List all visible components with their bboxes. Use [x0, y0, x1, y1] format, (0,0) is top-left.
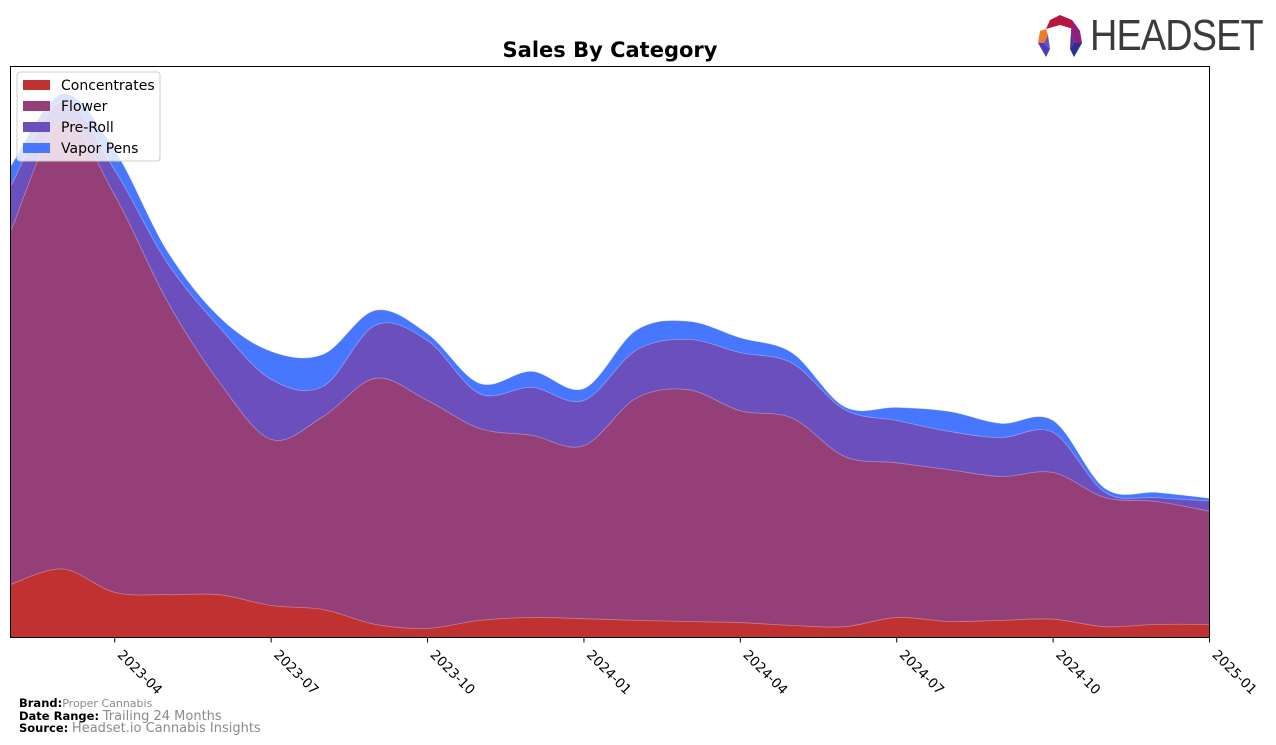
legend-label-flower: Flower [61, 99, 108, 115]
x-tick-label: 2023-07 [270, 647, 321, 698]
legend: Concentrates Flower Pre-Roll Vapor Pens [16, 71, 161, 162]
chart: Sales By Category 2023-04 2023-07 2023-10 2… [10, 38, 1260, 698]
legend-swatch-vapor-pens [23, 143, 50, 153]
area-layers [10, 93, 1210, 638]
legend-swatch-concentrates [23, 80, 50, 90]
brand-label: Brand: [19, 696, 63, 710]
source-label: Source: [19, 721, 69, 735]
legend-label-concentrates: Concentrates [61, 78, 155, 94]
legend-label-pre-roll: Pre-Roll [61, 120, 114, 136]
x-tick-label: 2024-04 [739, 647, 790, 698]
x-tick-label: 2024-10 [1052, 647, 1103, 698]
legend-swatch-pre-roll [23, 122, 50, 132]
source-value: Headset.io Cannabis Insights [71, 721, 261, 736]
legend-label-vapor-pens: Vapor Pens [61, 141, 138, 157]
chart-title: Sales By Category [503, 38, 718, 62]
x-tick-label: 2025-01 [1209, 647, 1260, 698]
headset-logo: HEADSET [1036, 13, 1276, 59]
legend-swatch-flower [23, 101, 50, 111]
footer-source: Source: Headset.io Cannabis Insights [19, 722, 261, 736]
x-tick-label: 2023-04 [114, 647, 165, 698]
x-tick-label: 2024-01 [583, 647, 634, 698]
headset-logo-icon [1038, 15, 1082, 57]
headset-logo-text: HEADSET [1090, 11, 1264, 60]
x-tick-label: 2024-07 [896, 647, 947, 698]
x-tick-label: 2023-10 [427, 647, 478, 698]
x-axis: 2023-04 2023-07 2023-10 2024-01 2024-04 2024-… [114, 637, 1260, 698]
